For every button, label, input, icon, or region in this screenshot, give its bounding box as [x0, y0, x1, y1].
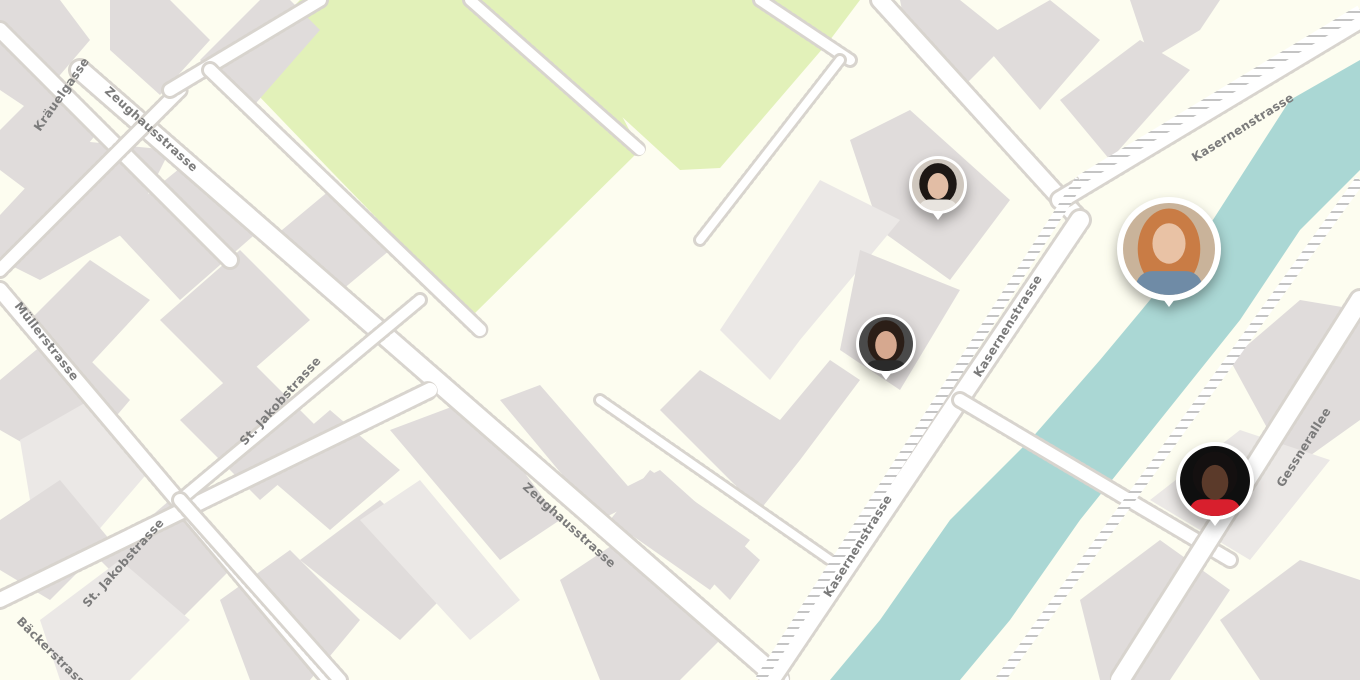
person-marker-4[interactable]: [1176, 442, 1254, 528]
person-marker-3[interactable]: [856, 314, 916, 382]
person-avatar: [1180, 446, 1250, 516]
person-avatar: [1123, 203, 1215, 295]
map-canvas[interactable]: Kräuelgasse Zeughausstrasse Müllerstrass…: [0, 0, 1360, 680]
person-marker-2[interactable]: [1117, 197, 1221, 309]
person-avatar: [912, 159, 964, 211]
map-view[interactable]: Kräuelgasse Zeughausstrasse Müllerstrass…: [0, 0, 1360, 680]
person-avatar: [859, 317, 913, 371]
person-marker-1[interactable]: [909, 156, 967, 222]
